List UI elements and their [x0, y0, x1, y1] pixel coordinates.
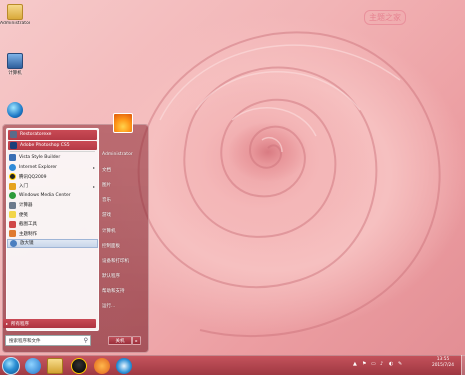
- tray-input-icon[interactable]: ✎: [398, 362, 403, 367]
- places-item-devices-printers[interactable]: 设备和打印机: [100, 253, 148, 268]
- program-item-photoshop[interactable]: Adobe Photoshop CS5: [8, 140, 97, 150]
- sticky-notes-icon: [9, 211, 16, 219]
- places-item-control-panel[interactable]: 控制面板: [100, 238, 148, 253]
- start-menu-places-pane: Administrator 文档 图片 音乐 游戏 计算机 控制面板 设备和打印…: [100, 128, 148, 314]
- ie-icon[interactable]: [25, 358, 41, 374]
- places-item-run[interactable]: 运行...: [100, 299, 148, 314]
- program-label: 腾讯QQ2009: [19, 174, 47, 180]
- submenu-arrow-icon: ▸: [92, 164, 95, 170]
- app-icon: [10, 131, 17, 139]
- show-desktop-button[interactable]: [461, 355, 465, 375]
- program-label: Adobe Photoshop CS5: [20, 142, 70, 148]
- program-label: 截图工具: [19, 222, 37, 228]
- places-item-default-programs[interactable]: 默认程序: [100, 269, 148, 284]
- tray-expand-icon[interactable]: ▲: [353, 362, 358, 367]
- shutdown-options-button[interactable]: ▸: [132, 336, 141, 345]
- program-label: 主题制作: [19, 231, 37, 237]
- places-item-username[interactable]: Administrator: [100, 147, 148, 162]
- places-item-help-support[interactable]: 帮助和支持: [100, 284, 148, 299]
- program-item-calculator[interactable]: 计算器: [7, 201, 98, 211]
- desktop-icon-label: Administrator: [0, 21, 30, 26]
- program-label: 入门: [19, 184, 28, 190]
- all-programs-label: 所有程序: [11, 321, 30, 327]
- desktop-icon-computer[interactable]: 计算机: [0, 53, 30, 76]
- ie-icon: [9, 163, 16, 171]
- tray-volume-icon[interactable]: ♪: [380, 362, 385, 367]
- start-icon: [9, 182, 16, 190]
- submenu-arrow-icon: ▸: [92, 183, 95, 189]
- calculator-icon: [9, 201, 16, 209]
- photoshop-icon: [10, 141, 17, 149]
- program-label: Windows Media Center: [19, 193, 71, 199]
- places-item-computer[interactable]: 计算机: [100, 223, 148, 238]
- start-button[interactable]: [2, 357, 20, 375]
- tray-power-icon[interactable]: ◐: [389, 362, 394, 367]
- magnifier-icon: [10, 239, 17, 247]
- program-item-vista-style-builder[interactable]: Vista Style Builder: [7, 153, 98, 163]
- tray-display-icon[interactable]: ▭: [371, 362, 376, 367]
- shutdown-button[interactable]: 关机: [108, 336, 132, 345]
- program-label: 便笺: [19, 212, 28, 218]
- desktop-icon-label: 计算机: [8, 71, 22, 76]
- snipping-tool-icon: [9, 220, 16, 228]
- watermark-logo: 主题之家: [364, 10, 406, 25]
- menu-separator: [10, 151, 95, 152]
- program-item-sticky-notes[interactable]: 便笺: [7, 210, 98, 220]
- program-item-theme-maker[interactable]: 主题制作: [7, 229, 98, 239]
- theme-icon: [9, 230, 16, 238]
- user-avatar[interactable]: [113, 113, 133, 133]
- places-item-music[interactable]: 音乐: [100, 193, 148, 208]
- media-center-icon: [9, 192, 16, 200]
- arrow-right-icon: ▸: [6, 321, 9, 326]
- program-label: Restoratorexe: [20, 132, 52, 138]
- tray-flag-icon[interactable]: ⚑: [362, 362, 367, 367]
- program-item-media-center[interactable]: Windows Media Center: [7, 191, 98, 201]
- explorer-icon[interactable]: [47, 358, 63, 374]
- browser-icon[interactable]: [116, 358, 132, 374]
- clock-date: 2015/7/24: [431, 363, 455, 368]
- program-item-restorator[interactable]: Restoratorexe: [8, 130, 97, 140]
- media-player-icon[interactable]: [94, 358, 110, 374]
- taskbar: [0, 355, 465, 375]
- all-programs-button[interactable]: ▸ 所有程序: [3, 319, 96, 328]
- places-item-documents[interactable]: 文档: [100, 162, 148, 177]
- start-menu-programs-pane: Restoratorexe Adobe Photoshop CS5 Vista …: [6, 128, 99, 331]
- places-item-games[interactable]: 游戏: [100, 208, 148, 223]
- program-label: 计算器: [19, 203, 33, 209]
- qq-icon: [9, 173, 16, 181]
- program-label: Internet Explorer: [19, 164, 58, 170]
- program-label: 放大镜: [20, 241, 34, 247]
- program-label: Vista Style Builder: [19, 155, 61, 161]
- app-icon: [9, 154, 16, 162]
- desktop-icon-user-folder[interactable]: Administrator: [0, 4, 30, 26]
- taskbar-clock[interactable]: 13:55 2015/7/24: [425, 357, 461, 369]
- start-search-input[interactable]: 搜索程序和文件 ⚲: [5, 335, 91, 346]
- network-icon: [7, 102, 23, 118]
- program-item-getting-started[interactable]: 入门 ▸: [7, 182, 98, 192]
- program-item-snipping-tool[interactable]: 截图工具: [7, 220, 98, 230]
- qq-icon[interactable]: [71, 358, 87, 374]
- program-item-qq[interactable]: 腾讯QQ2009: [7, 172, 98, 182]
- program-item-internet-explorer[interactable]: Internet Explorer ▸: [7, 163, 98, 173]
- search-icon: ⚲: [83, 337, 88, 344]
- places-item-pictures[interactable]: 图片: [100, 177, 148, 192]
- program-item-magnifier[interactable]: 放大镜: [7, 238, 98, 248]
- folder-icon: [7, 4, 23, 20]
- search-placeholder: 搜索程序和文件: [9, 338, 41, 344]
- computer-icon: [7, 53, 23, 69]
- desktop-icon-network[interactable]: [0, 102, 30, 119]
